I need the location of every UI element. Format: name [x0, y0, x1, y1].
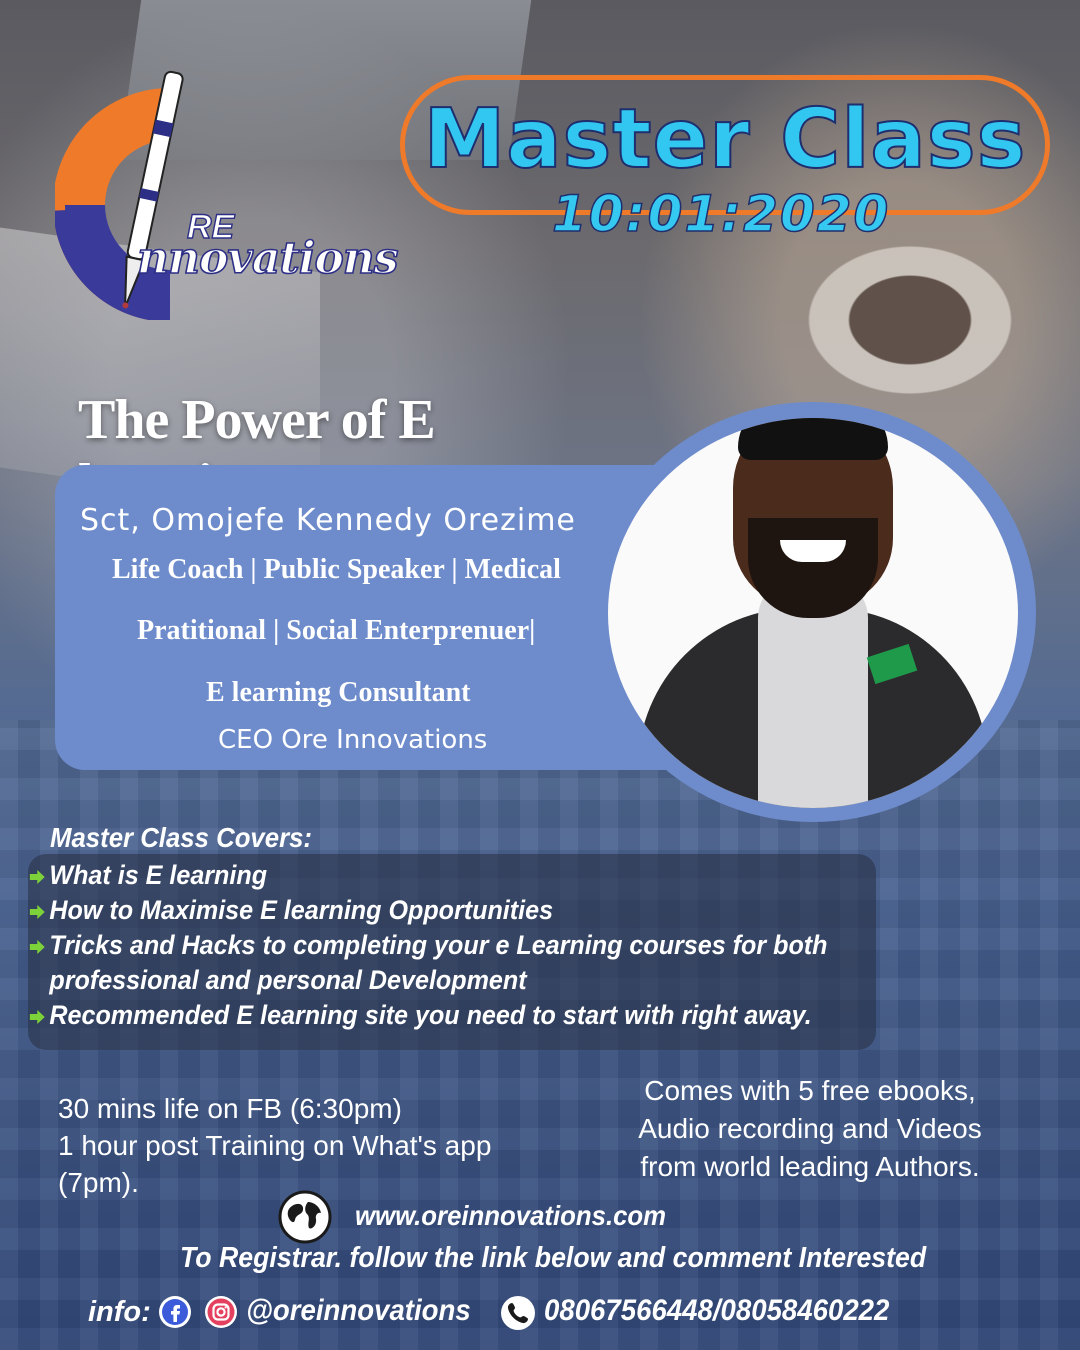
phone-icon	[501, 1296, 535, 1330]
list-item: What is E learning	[28, 858, 828, 893]
bonus-line: from world leading Authors.	[640, 1151, 980, 1182]
speaker-role: Life Coach | Public Speaker | Medical	[112, 554, 561, 585]
arrow-right-icon	[29, 1010, 45, 1024]
list-item-text: Recommended E learning site you need to …	[49, 1000, 812, 1030]
facebook-icon[interactable]	[158, 1295, 192, 1329]
social-handle[interactable]: @oreinnovations	[246, 1294, 471, 1328]
speaker-title: CEO Ore Innovations	[218, 725, 488, 755]
info-label: info:	[88, 1296, 151, 1328]
photo-hair	[738, 418, 888, 460]
coffee-cup-shape	[800, 240, 1020, 400]
speaker-role: Pratitional | Social Enterprenuer|	[137, 615, 536, 646]
list-item-text: What is E learning	[49, 860, 268, 890]
instagram-icon[interactable]	[204, 1295, 238, 1329]
schedule-line: 30 mins life on FB (6:30pm)	[58, 1093, 402, 1124]
list-item-text: Tricks and Hacks to completing your e Le…	[49, 930, 828, 995]
logo-wordmark: nnovations	[136, 232, 399, 285]
list-item: How to Maximise E learning Opportunities	[28, 893, 828, 928]
speaker-role: E learning Consultant	[206, 677, 471, 708]
covers-heading: Master Class Covers:	[50, 822, 313, 853]
globe-icon	[278, 1190, 332, 1244]
speaker-name: Sct, Omojefe Kennedy Orezime	[80, 503, 576, 538]
bonus-line: Comes with 5 free ebooks,	[644, 1075, 976, 1106]
list-item-text: How to Maximise E learning Opportunities	[49, 895, 554, 925]
arrow-right-icon	[29, 940, 45, 954]
ore-innovations-logo: RE nnovations	[55, 60, 399, 320]
schedule-text: 30 mins life on FB (6:30pm) 1 hour post …	[58, 1090, 578, 1201]
bonus-text: Comes with 5 free ebooks, Audio recordin…	[600, 1072, 1020, 1186]
footer-contact: info: @oreinnovations 08067566448/080584…	[88, 1292, 1048, 1336]
event-date: 10:01:2020	[551, 185, 891, 243]
register-instructions: To Registrar. follow the link below and …	[180, 1242, 927, 1274]
bonus-line: Audio recording and Videos	[638, 1113, 982, 1144]
phone-numbers[interactable]: 08067566448/08058460222	[544, 1294, 889, 1328]
speaker-photo	[608, 418, 1018, 808]
list-item: Recommended E learning site you need to …	[28, 998, 828, 1033]
arrow-right-icon	[29, 870, 45, 884]
website-link[interactable]: www.oreinnovations.com	[355, 1200, 666, 1232]
arrow-right-icon	[29, 905, 45, 919]
covers-list: What is E learning How to Maximise E lea…	[28, 858, 888, 1033]
schedule-line: 1 hour post Training on What's app	[58, 1130, 492, 1161]
list-item: Tricks and Hacks to completing your e Le…	[28, 928, 828, 998]
page-title: Master Class	[423, 91, 1027, 188]
